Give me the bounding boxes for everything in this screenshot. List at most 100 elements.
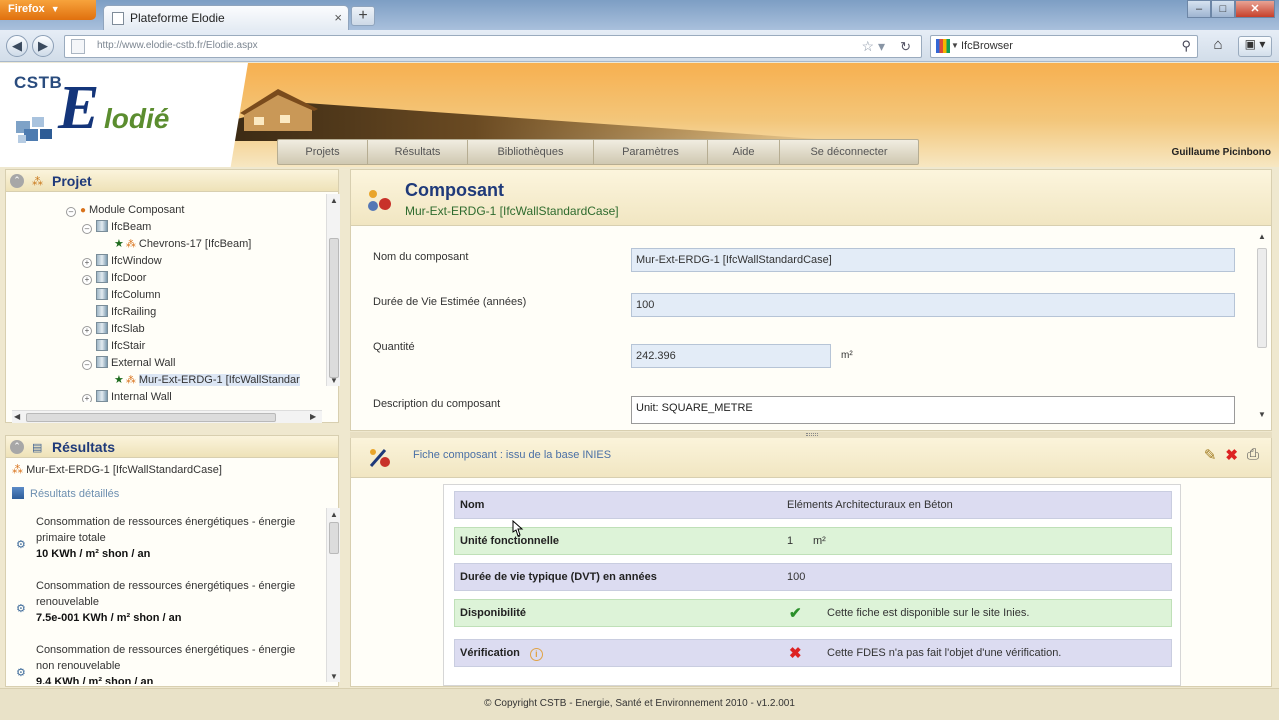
- scroll-down-icon[interactable]: ▼: [330, 376, 338, 385]
- lifespan-field[interactable]: 100: [631, 293, 1235, 317]
- tree-node-mur-ext-erdg-1[interactable]: ★ ⁂ Mur-Ext-ERDG-1 [IfcWallStandar: [114, 372, 300, 389]
- close-window-button[interactable]: ✕: [1235, 0, 1275, 18]
- user-name: Guillaume Picinbono: [1171, 147, 1271, 158]
- scrollbar-thumb[interactable]: [329, 238, 339, 378]
- quantity-field[interactable]: 242.396: [631, 344, 831, 368]
- ifc-type-icon: [96, 254, 108, 266]
- search-icon[interactable]: ⚲: [1181, 38, 1191, 54]
- tree-vertical-scrollbar[interactable]: ▲ ▼: [326, 194, 340, 386]
- menu-resultats[interactable]: Résultats: [368, 140, 468, 164]
- star-icon: ★: [114, 374, 124, 386]
- splitter-grip[interactable]: [806, 433, 818, 436]
- tree-node-ifcrailing[interactable]: IfcRailing: [96, 304, 156, 321]
- results-panel-title: Résultats: [52, 439, 116, 455]
- menu-projets[interactable]: Projets: [278, 140, 368, 164]
- tree-node-internal-wall[interactable]: + Internal Wall: [82, 389, 172, 402]
- menu-parametres[interactable]: Paramètres: [594, 140, 708, 164]
- search-engine-icon[interactable]: [936, 39, 950, 53]
- delete-icon[interactable]: ✖: [1225, 446, 1238, 464]
- mouse-cursor-icon: [512, 520, 524, 537]
- browser-tab[interactable]: Plateforme Elodie ×: [103, 5, 349, 30]
- back-button[interactable]: ◀: [6, 35, 28, 57]
- print-icon[interactable]: ⎙: [1247, 446, 1259, 464]
- scroll-up-icon[interactable]: ▲: [330, 196, 338, 205]
- ifc-type-icon: [96, 356, 108, 368]
- tools-icon: [369, 449, 390, 467]
- expand-node-icon[interactable]: +: [82, 258, 92, 268]
- new-tab-button[interactable]: +: [351, 6, 375, 26]
- address-bar[interactable]: http://www.elodie-cstb.fr/Elodie.aspx ☆ …: [64, 35, 922, 58]
- scroll-up-icon[interactable]: ▲: [1258, 232, 1266, 241]
- info-icon[interactable]: i: [529, 648, 543, 661]
- component-scrollbar[interactable]: ▲ ▼: [1255, 230, 1269, 426]
- tree-node-ifccolumn[interactable]: IfcColumn: [96, 287, 161, 304]
- home-button[interactable]: ⌂: [1206, 36, 1230, 57]
- scroll-down-icon[interactable]: ▼: [330, 672, 338, 681]
- table-icon: [12, 487, 24, 499]
- scroll-left-icon[interactable]: ◀: [14, 412, 20, 421]
- component-subtitle: Mur-Ext-ERDG-1 [IfcWallStandardCase]: [405, 204, 619, 218]
- cross-icon: ✖: [789, 645, 802, 662]
- tree-node-external-wall[interactable]: – External Wall: [82, 355, 175, 372]
- description-field[interactable]: Unit: SQUARE_METRE: [631, 396, 1235, 424]
- collapse-icon[interactable]: ⌃: [10, 174, 24, 188]
- toolbar-menu-button[interactable]: ▣ ▾: [1238, 36, 1272, 57]
- collapse-icon[interactable]: ⌃: [10, 440, 24, 454]
- collapse-node-icon[interactable]: –: [82, 360, 92, 370]
- search-bar[interactable]: ▼ IfcBrowser ⚲: [930, 35, 1198, 58]
- fiche-toolbar: ✎ ✖ ⎙: [1204, 446, 1259, 464]
- tree-node-ifcslab[interactable]: + IfcSlab: [82, 321, 145, 338]
- window-controls: – □ ✕: [1187, 0, 1275, 18]
- tree-node-ifcbeam[interactable]: – IfcBeam: [82, 219, 151, 236]
- component-panel: Composant Mur-Ext-ERDG-1 [IfcWallStandar…: [350, 169, 1272, 431]
- close-tab-icon[interactable]: ×: [334, 10, 342, 25]
- component-icon: ⁂: [12, 464, 27, 476]
- search-text: IfcBrowser: [961, 40, 1013, 52]
- reload-icon[interactable]: ↻: [900, 39, 911, 55]
- indicator-icon: ⚙: [16, 539, 26, 551]
- url-text: http://www.elodie-cstb.fr/Elodie.aspx: [97, 40, 258, 51]
- expand-node-icon[interactable]: +: [82, 394, 92, 402]
- results-icon: ▤: [32, 442, 43, 454]
- menu-se-deconnecter[interactable]: Se déconnecter: [780, 140, 918, 164]
- collapse-node-icon[interactable]: –: [66, 207, 76, 217]
- component-header: Composant Mur-Ext-ERDG-1 [IfcWallStandar…: [351, 170, 1271, 226]
- scrollbar-thumb[interactable]: [26, 413, 276, 422]
- results-panel: ⌃ ▤ Résultats ⁂ Mur-Ext-ERDG-1 [IfcWallS…: [5, 435, 340, 687]
- fiche-table: Nom Eléments Architecturaux en Béton Unit…: [443, 484, 1181, 686]
- bookmark-star-icon[interactable]: ☆ ▾: [862, 38, 885, 55]
- elodie-logo-text: lodié: [104, 103, 170, 134]
- forward-button[interactable]: ▶: [32, 35, 54, 57]
- menu-aide[interactable]: Aide: [708, 140, 780, 164]
- scroll-up-icon[interactable]: ▲: [330, 510, 338, 519]
- logo-panel: CSTB E lodié: [0, 63, 248, 167]
- detailed-results-link[interactable]: Résultats détaillés: [12, 487, 119, 500]
- component-name-field[interactable]: Mur-Ext-ERDG-1 [IfcWallStandardCase]: [631, 248, 1235, 272]
- scrollbar-thumb[interactable]: [329, 522, 339, 554]
- expand-node-icon[interactable]: +: [82, 326, 92, 336]
- minimize-button[interactable]: –: [1187, 0, 1211, 18]
- results-component: ⁂ Mur-Ext-ERDG-1 [IfcWallStandardCase]: [12, 464, 222, 476]
- collapse-node-icon[interactable]: –: [82, 224, 92, 234]
- scroll-down-icon[interactable]: ▼: [1258, 410, 1266, 419]
- tree-node-ifcstair[interactable]: IfcStair: [96, 338, 145, 355]
- firefox-menu-button[interactable]: Firefox ▼: [0, 0, 96, 20]
- site-identity-icon[interactable]: [71, 39, 85, 54]
- expand-node-icon[interactable]: +: [82, 275, 92, 285]
- scrollbar-thumb[interactable]: [1257, 248, 1267, 348]
- indicator-icon: ⚙: [16, 667, 26, 679]
- project-panel: ⌃ ⁂ Projet – ● Module Composant – IfcBeam ★…: [5, 169, 340, 423]
- tree-node-ifcdoor[interactable]: + IfcDoor: [82, 270, 146, 287]
- scroll-right-icon[interactable]: ▶: [310, 412, 316, 421]
- table-row: Vérification i ✖ Cette FDES n'a pas fait …: [454, 639, 1172, 667]
- panel-splitter[interactable]: [350, 432, 1272, 438]
- tree-node-module-composant[interactable]: – ● Module Composant: [66, 202, 184, 219]
- results-scrollbar[interactable]: ▲ ▼: [326, 508, 340, 682]
- tree-node-ifcwindow[interactable]: + IfcWindow: [82, 253, 162, 270]
- ifc-type-icon: [96, 288, 108, 300]
- tree-node-chevrons[interactable]: ★ ⁂ Chevrons-17 [IfcBeam]: [114, 236, 251, 253]
- maximize-button[interactable]: □: [1211, 0, 1235, 18]
- edit-icon[interactable]: ✎: [1204, 446, 1217, 464]
- menu-bibliotheques[interactable]: Bibliothèques: [468, 140, 594, 164]
- tree-horizontal-scrollbar[interactable]: ◀ ▶: [12, 410, 322, 423]
